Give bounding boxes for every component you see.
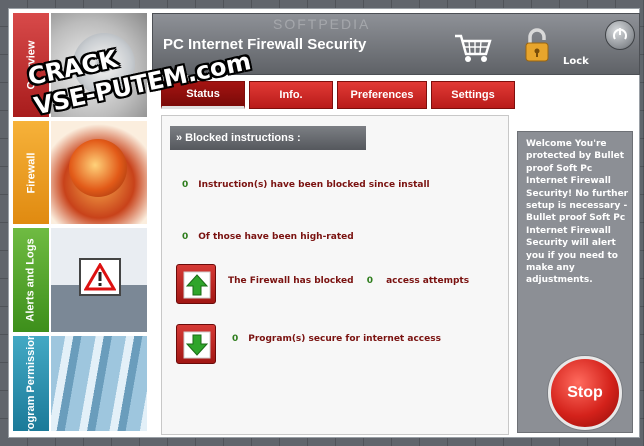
secure-text: Program(s) secure for internet access	[248, 334, 441, 344]
blocked-instructions-header: » Blocked instructions :	[170, 126, 366, 150]
stat-value: 0	[182, 232, 189, 242]
sidebar-item-program-permissions[interactable]: Program Permissions	[13, 336, 147, 433]
status-panel: » Blocked instructions : 0 Instruction(s)…	[161, 115, 509, 435]
blocked-prefix: The Firewall has blocked	[228, 276, 354, 286]
app-window: Overview Firewall Alerts and Logs Progra…	[8, 8, 640, 438]
sidebar-label-alerts: Alerts and Logs	[25, 238, 37, 322]
stat-text: Of those have been high-rated	[198, 232, 354, 242]
stat-programs-secure: 0 Program(s) secure for internet access	[232, 334, 441, 344]
stat-access-attempts: The Firewall has blocked 0 access attemp…	[228, 276, 469, 286]
sidebar-label-programs: Program Permissions	[25, 336, 37, 433]
blocked-suffix: access attempts	[386, 276, 470, 286]
sidebar-tab-firewall[interactable]: Firewall	[13, 121, 49, 224]
close-icon	[613, 28, 627, 40]
lock-label[interactable]: Lock	[563, 56, 589, 67]
tab-preferences[interactable]: Preferences	[337, 81, 427, 109]
close-button[interactable]	[605, 20, 635, 50]
blocked-value: 0	[366, 276, 373, 286]
stat-blocked-since-install: 0 Instruction(s) have been blocked since …	[182, 180, 430, 190]
welcome-message: Welcome You're protected by Bullet proof…	[526, 139, 629, 286]
alerts-image	[51, 228, 147, 332]
tab-info[interactable]: Info.	[249, 81, 333, 109]
sidebar-item-firewall[interactable]: Firewall	[13, 121, 147, 226]
lock-icon[interactable]	[523, 28, 551, 64]
stat-high-rated: 0 Of those have been high-rated	[182, 232, 354, 242]
sidebar-tab-alerts[interactable]: Alerts and Logs	[13, 228, 49, 332]
tab-settings[interactable]: Settings	[431, 81, 515, 109]
welcome-info-panel: Welcome You're protected by Bullet proof…	[517, 131, 633, 433]
warning-sign-icon	[79, 258, 121, 296]
fire-globe-icon	[69, 139, 127, 197]
softpedia-watermark: SOFTPEDIA	[273, 16, 371, 32]
stop-button[interactable]: Stop	[548, 356, 622, 430]
sidebar-label-firewall: Firewall	[25, 152, 37, 193]
secure-value: 0	[232, 334, 239, 344]
shopping-cart-icon[interactable]	[453, 32, 493, 64]
stat-value: 0	[182, 180, 189, 190]
sidebar-item-alerts-logs[interactable]: Alerts and Logs	[13, 228, 147, 334]
blocked-up-arrow-icon	[176, 264, 216, 304]
sidebar-tab-programs[interactable]: Program Permissions	[13, 336, 49, 431]
firewall-image	[51, 121, 147, 224]
stat-text: Instruction(s) have been blocked since i…	[198, 180, 430, 190]
programs-image	[51, 336, 147, 431]
secure-down-arrow-icon	[176, 324, 216, 364]
